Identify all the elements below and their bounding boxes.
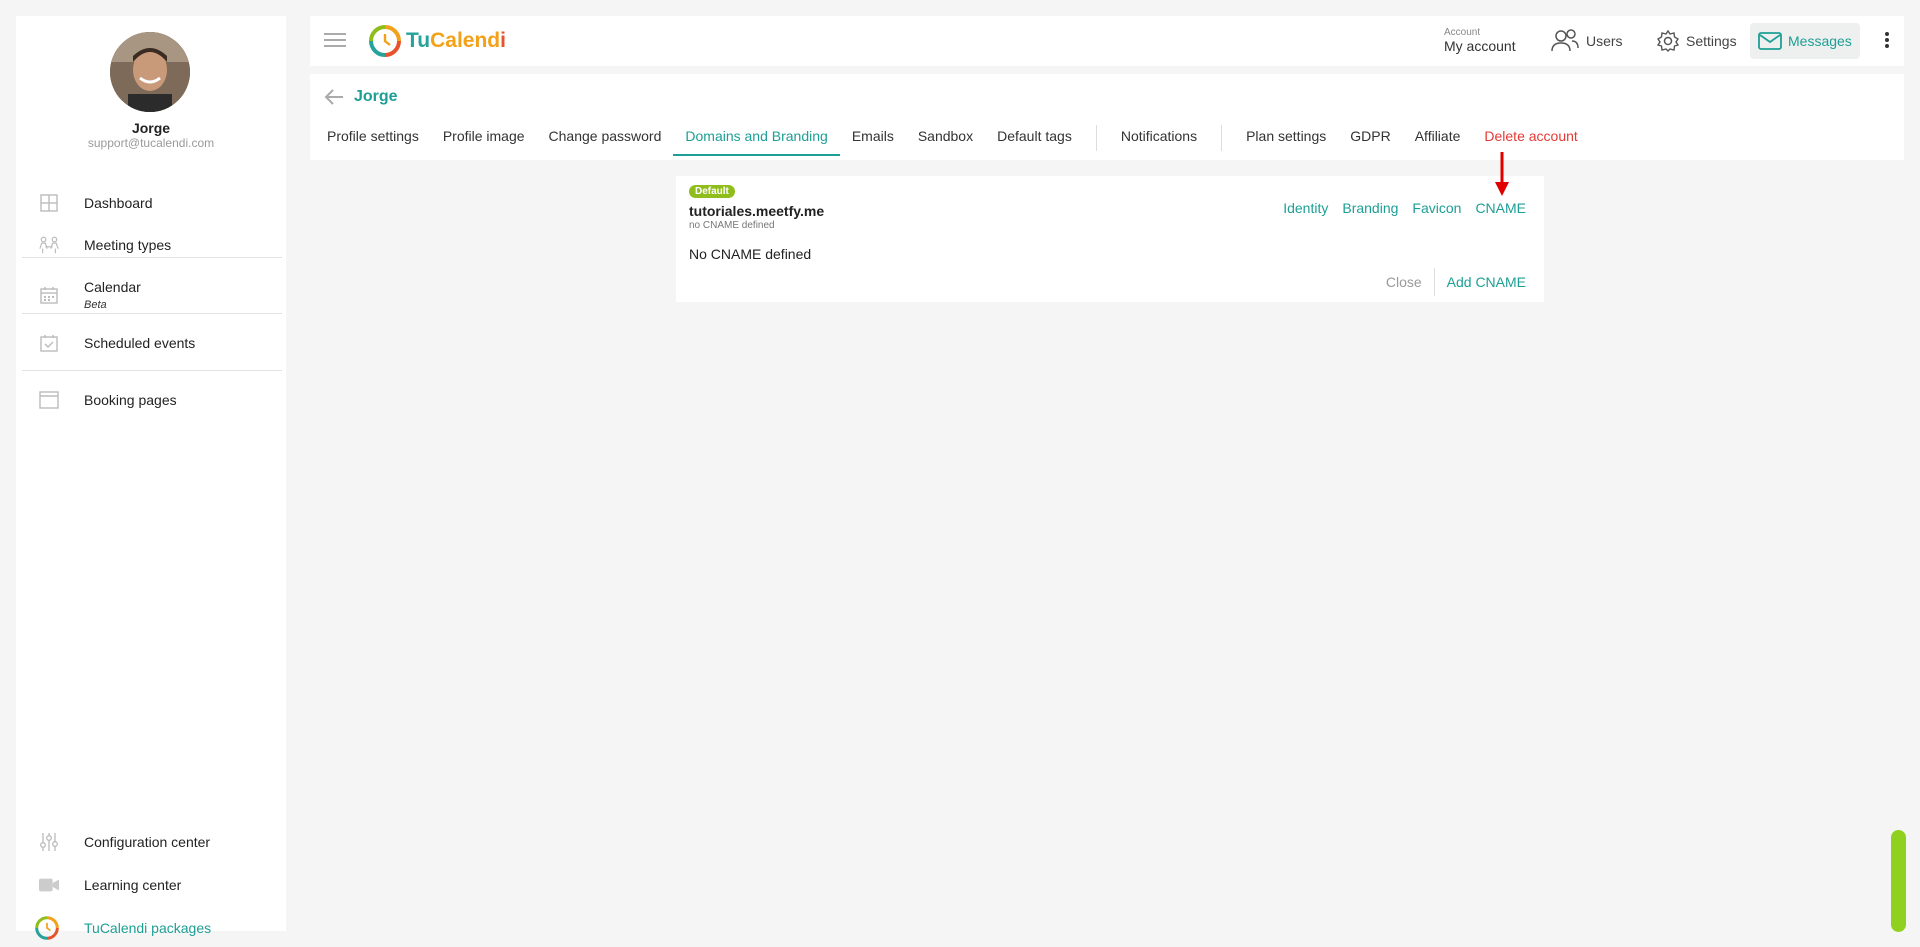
annotation-arrow-icon [1495,152,1509,196]
sidebar-item-calendar[interactable]: Calendar Beta [16,272,282,318]
user-name: Jorge [131,120,171,136]
settings-button[interactable]: Settings [1648,23,1745,59]
tab-gdpr[interactable]: GDPR [1338,116,1402,156]
gear-icon [1656,29,1680,52]
close-button[interactable]: Close [1386,268,1435,296]
account-menu[interactable]: Account My account [1444,27,1516,55]
sidebar: Jorge support@tucalendi.com Dashboard Me… [16,16,286,940]
avatar[interactable] [110,32,190,112]
beta-label: Beta [84,299,107,311]
user-email: support@tucalendi.com [87,136,215,150]
sliders-icon [39,832,59,852]
sidebar-item-tucalendi-packages[interactable]: TuCalendi packages [16,907,282,947]
messages-button[interactable]: Messages [1750,23,1860,59]
calendar-icon [39,285,59,305]
account-small-label: Account [1444,27,1481,38]
tab-plan-settings[interactable]: Plan settings [1234,116,1338,156]
tab-delete-account[interactable]: Delete account [1472,116,1589,156]
domain-status: no CNAME defined [689,220,775,231]
video-icon [39,875,59,895]
users-label: Users [1586,33,1623,49]
tab-default-tags[interactable]: Default tags [985,116,1084,156]
add-cname-button[interactable]: Add CNAME [1435,274,1526,290]
back-button[interactable]: Jorge [324,88,398,106]
app-logo[interactable]: TuCalendi [368,24,506,58]
sidebar-item-booking-pages[interactable]: Booking pages [16,379,282,421]
sidebar-item-label: Dashboard [84,195,153,211]
domain-card: Default tutoriales.meetfy.me no CNAME de… [676,176,1544,302]
favicon-link[interactable]: Favicon [1412,200,1461,216]
arrow-left-icon [324,89,343,105]
sidebar-item-learning-center[interactable]: Learning center [16,864,282,906]
cname-message: No CNAME defined [689,246,812,262]
logo-text: TuCalendi [406,29,506,52]
default-badge: Default [689,185,735,198]
scheduled-events-icon [39,333,59,353]
menu-toggle-icon[interactable] [324,29,346,51]
tab-notifications[interactable]: Notifications [1109,116,1209,156]
users-icon [1551,29,1579,52]
sidebar-item-label: Scheduled events [84,335,196,351]
domain-name: tutoriales.meetfy.me [689,203,825,219]
settings-label: Settings [1686,33,1737,49]
scroll-indicator[interactable] [1891,830,1906,932]
sidebar-item-label: Booking pages [84,392,177,408]
domain-links: Identity Branding Favicon CNAME [1269,200,1526,216]
meeting-types-icon [39,235,59,255]
sidebar-item-dashboard[interactable]: Dashboard [16,182,282,224]
tab-divider [1095,125,1097,151]
sidebar-item-label: Calendar [84,279,141,295]
profile-name: Jorge [354,88,398,105]
tab-sandbox[interactable]: Sandbox [906,116,985,156]
tab-profile-image[interactable]: Profile image [431,116,537,156]
more-options-icon[interactable] [1884,30,1890,50]
sidebar-item-label: Learning center [84,877,182,893]
sidebar-divider [22,370,282,371]
tab-divider [1221,125,1223,151]
tucalendi-logo-icon [369,25,401,57]
dashboard-icon [39,193,59,213]
tab-affiliate[interactable]: Affiliate [1403,116,1473,156]
branding-link[interactable]: Branding [1342,200,1398,216]
top-bar: TuCalendi Account My account Users Setti… [310,16,1904,66]
sidebar-item-label: Meeting types [84,237,172,253]
tucalendi-logo-icon [35,916,59,940]
card-actions: Close Add CNAME [1386,268,1526,296]
identity-link[interactable]: Identity [1283,200,1328,216]
cname-link[interactable]: CNAME [1475,200,1526,216]
tab-change-password[interactable]: Change password [537,116,674,156]
messages-label: Messages [1788,33,1852,49]
users-button[interactable]: Users [1542,23,1631,59]
settings-panel: Jorge Profile settings Profile image Cha… [310,74,1904,160]
tab-profile-settings[interactable]: Profile settings [310,116,431,156]
sidebar-item-meeting-types[interactable]: Meeting types [16,224,282,266]
tab-emails[interactable]: Emails [840,116,906,156]
tab-domains-and-branding[interactable]: Domains and Branding [673,116,841,156]
booking-pages-icon [39,390,59,410]
sidebar-divider [22,257,282,258]
sidebar-item-label: Configuration center [84,834,211,850]
sidebar-item-label: TuCalendi packages [84,920,212,936]
settings-tabs: Profile settings Profile image Change pa… [310,116,1590,160]
envelope-icon [1758,32,1782,50]
sidebar-item-scheduled-events[interactable]: Scheduled events [16,322,282,364]
sidebar-item-configuration-center[interactable]: Configuration center [16,821,282,863]
sidebar-divider [22,313,282,314]
account-label: My account [1444,38,1516,54]
